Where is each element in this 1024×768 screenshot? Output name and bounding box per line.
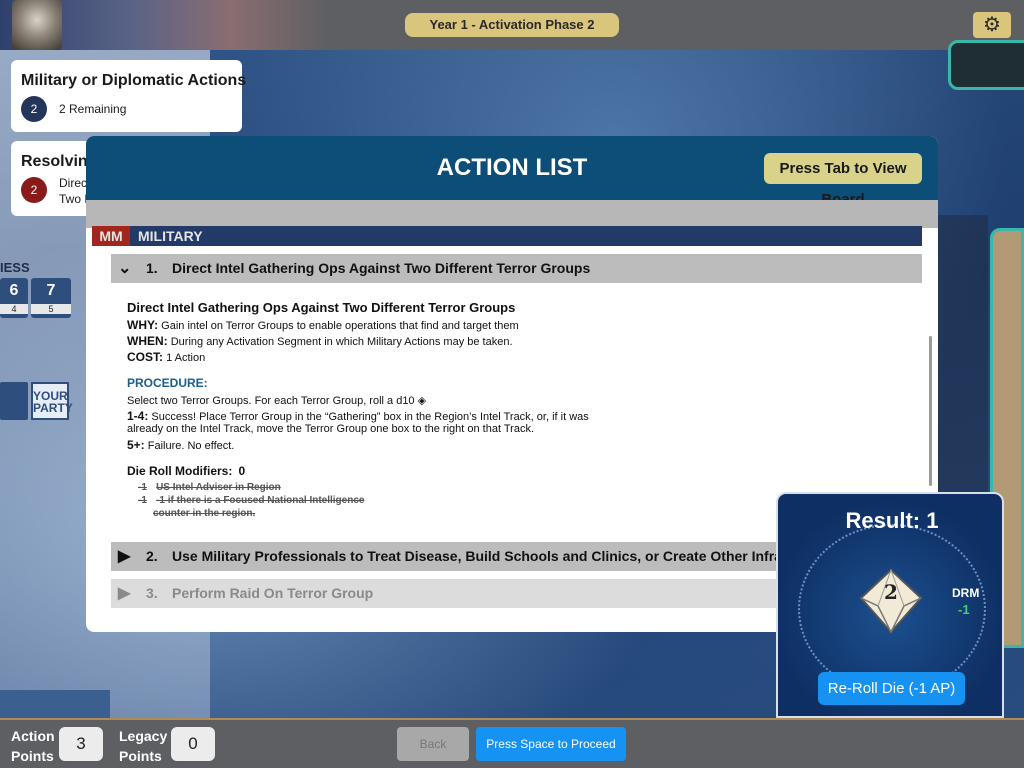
- action-number: 3.: [146, 585, 158, 601]
- resolving-count-badge: 2: [21, 177, 47, 203]
- procedure-heading: PROCEDURE:: [127, 376, 208, 390]
- action-row-1[interactable]: ⌄ 1. Direct Intel Gathering Ops Against …: [111, 254, 922, 283]
- action-number: 2.: [146, 548, 158, 564]
- section-name: MILITARY: [138, 228, 203, 244]
- bottom-bar: Action Points 3 Legacy Points 0 Back Pre…: [0, 718, 1024, 768]
- gear-icon: ⚙: [983, 14, 1001, 36]
- actions-remaining-card: Military or Diplomatic Actions 2 2 Remai…: [11, 60, 246, 132]
- turn-indicator: Year 1 - Activation Phase 2: [405, 13, 619, 37]
- actions-count-badge: 2: [21, 96, 47, 122]
- track-label: IESS: [0, 260, 30, 275]
- chevron-right-icon: ▶: [118, 585, 131, 602]
- detail-when: WHEN: During any Activation Segment in w…: [127, 334, 513, 348]
- modifier-row: -1 US Intel Adviser in Region: [138, 482, 281, 493]
- procedure-intro: Select two Terror Groups. For each Terro…: [127, 395, 427, 407]
- die-result-panel: Result: 1 2 DRM -1 Re-Roll Die (-1 AP): [776, 492, 1004, 718]
- action-points-label: Action Points: [11, 728, 55, 764]
- modifier-row: -1 -1 if there is a Focused National Int…: [138, 495, 365, 506]
- result-title: Result: 1: [845, 508, 939, 533]
- modal-scrollbar[interactable]: [929, 336, 932, 486]
- chevron-right-icon: ▶: [118, 548, 131, 565]
- top-bar: Year 1 - Activation Phase 2 ⚙: [0, 0, 1024, 50]
- party-relations-box: YOUR PARTY: [31, 382, 73, 420]
- d10-die-icon: ◈: [417, 395, 427, 407]
- chevron-down-icon: ⌄: [118, 260, 132, 277]
- track-cell: 7 5: [31, 278, 71, 318]
- detail-title: Direct Intel Gathering Ops Against Two D…: [127, 300, 516, 315]
- drm-total: 0: [238, 464, 246, 478]
- modal-subheader: [86, 200, 938, 228]
- detail-cost: COST: 1 Action: [127, 350, 206, 364]
- die-value: 2: [884, 580, 898, 604]
- proceed-button[interactable]: Press Space to Proceed: [476, 727, 626, 761]
- procedure-success-cont: already on the Intel Track, move the Ter…: [127, 423, 535, 435]
- section-header-military: MM MILITARY: [92, 226, 922, 246]
- reroll-die-button[interactable]: Re-Roll Die (-1 AP): [818, 672, 965, 705]
- legacy-points-label: Legacy Points: [119, 728, 168, 764]
- track-cell: 6 4: [0, 278, 28, 318]
- action-name: Direct Intel Gathering Ops Against Two D…: [172, 260, 591, 276]
- back-button[interactable]: Back: [397, 727, 469, 761]
- modifier-continuation: counter in the region.: [153, 508, 256, 519]
- action-points-value: 3: [59, 727, 103, 761]
- section-code: MM: [92, 226, 130, 246]
- board-stripe: [0, 690, 110, 720]
- action-name: Use Military Professionals to Treat Dise…: [172, 548, 859, 564]
- drm-value: -1: [958, 602, 970, 617]
- actions-remaining-text: 2 Remaining: [59, 102, 127, 116]
- friends-track-cell: [0, 382, 28, 420]
- action-number: 1.: [146, 260, 158, 276]
- legacy-points-value: 0: [171, 727, 215, 761]
- detail-why: WHY: Gain intel on Terror Groups to enab…: [127, 318, 519, 332]
- drm-heading: Die Roll Modifiers: 0: [127, 464, 246, 478]
- modal-header: ACTION LIST Press Tab to View Board: [86, 136, 938, 208]
- president-portrait: [12, 0, 62, 50]
- view-board-button[interactable]: Press Tab to View Board: [764, 153, 922, 208]
- drm-label: DRM: [952, 586, 980, 600]
- settings-button[interactable]: ⚙: [973, 12, 1011, 38]
- action-name: Perform Raid On Terror Group: [172, 585, 374, 601]
- procedure-success: 1-4: Success! Place Terror Group in the …: [127, 409, 589, 423]
- top-right-board-box: [948, 40, 1024, 90]
- actions-card-title: Military or Diplomatic Actions: [21, 72, 247, 89]
- procedure-failure: 5+: Failure. No effect.: [127, 438, 235, 452]
